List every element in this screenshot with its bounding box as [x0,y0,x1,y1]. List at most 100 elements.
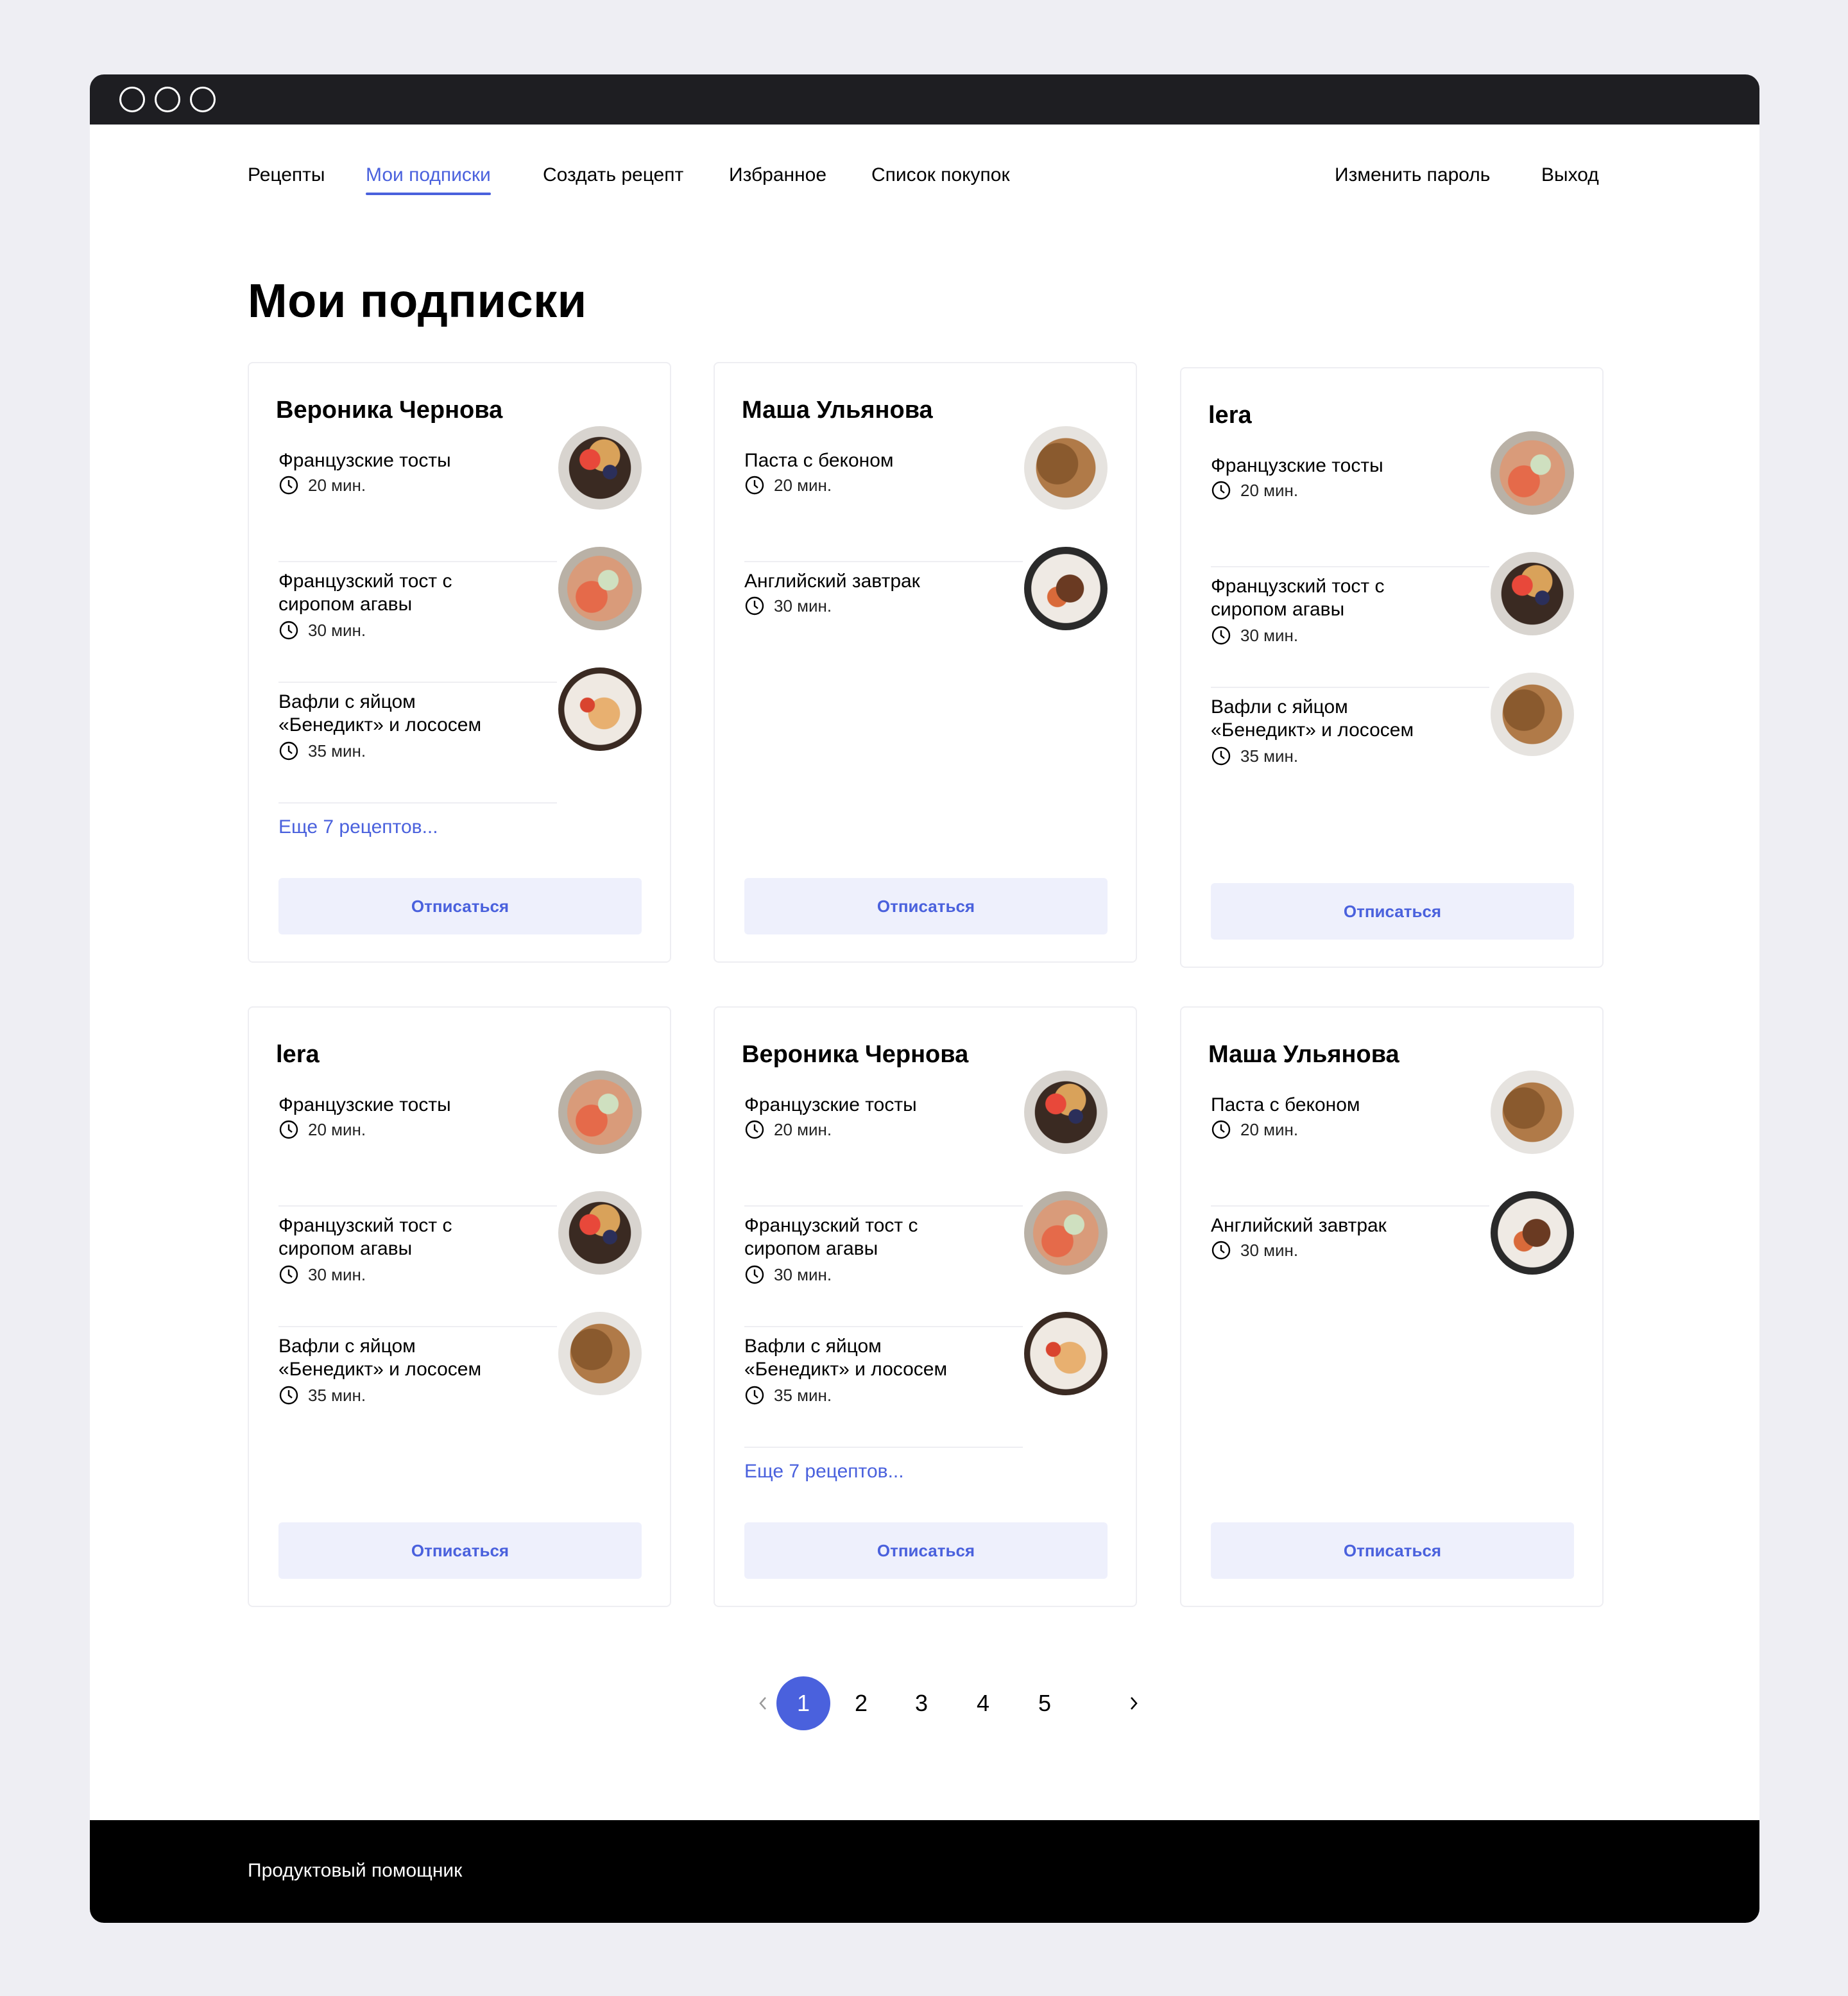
nav-change-password[interactable]: Изменить пароль [1335,164,1490,186]
chevron-right-icon[interactable] [1106,1676,1160,1730]
recipe-name: Французский тост с сиропом агавы [278,571,452,615]
nav-favorites[interactable]: Избранное [729,164,826,186]
recipe-item[interactable]: Вафли с яйцом «Бенедикт» и лососем 35 мин… [278,1312,642,1456]
recipe-item[interactable]: Вафли с яйцом «Бенедикт» и лососем 35 мин… [278,667,642,811]
recipe-image[interactable] [558,547,642,630]
clock-icon [744,596,765,616]
more-recipes-link[interactable]: Еще 7 рецептов... [278,816,438,838]
recipe-image[interactable] [1024,1071,1108,1154]
recipe-item[interactable]: Вафли с яйцом «Бенедикт» и лососем 35 мин… [1211,673,1574,816]
recipe-image[interactable] [1024,1312,1108,1395]
subscription-card: lera Французские тосты 20 мин. Французский … [1180,367,1604,968]
recipe-time: 35 мин. [1211,746,1298,766]
recipe-image[interactable] [1491,552,1574,635]
recipe-time: 30 мин. [278,620,366,641]
nav-create-recipe[interactable]: Создать рецепт [543,164,683,186]
window-titlebar [90,74,1759,125]
clock-icon [1211,746,1231,766]
author-name: Вероника Чернова [742,1041,969,1068]
nav-subscriptions[interactable]: Мои подписки [366,164,491,195]
recipe-time: 30 мин. [744,596,832,616]
recipe-time-text: 30 мин. [774,596,832,615]
clock-icon [278,1385,299,1406]
unsubscribe-button[interactable]: Отписаться [278,878,642,934]
recipe-divider [744,1205,1023,1207]
recipe-name: Французские тосты [1211,455,1383,476]
recipe-time: 20 мин. [1211,1119,1298,1140]
clock-icon [1211,480,1231,501]
clock-icon [1211,1119,1231,1140]
recipe-image[interactable] [558,426,642,510]
clock-icon [744,1264,765,1285]
footer: Продуктовый помощник [90,1820,1759,1923]
browser-window: Рецепты Мои подписки Создать рецепт Избр… [90,74,1759,1923]
recipe-divider [278,1326,557,1327]
clock-icon [278,741,299,761]
clock-icon [278,1119,299,1140]
recipe-time-text: 20 мин. [308,475,366,495]
window-control-minimize-icon[interactable] [155,87,180,112]
window-control-maximize-icon[interactable] [190,87,216,112]
recipe-image[interactable] [558,667,642,751]
recipe-time-text: 20 мин. [774,1119,832,1139]
nav-recipes[interactable]: Рецепты [248,164,325,186]
window-control-close-icon[interactable] [119,87,145,112]
recipe-time-text: 20 мин. [1240,1119,1299,1139]
recipe-divider [278,561,557,562]
recipe-time-text: 20 мин. [308,1119,366,1139]
recipe-image[interactable] [1024,1191,1108,1275]
recipe-divider [278,682,557,683]
recipe-image[interactable] [1491,673,1574,756]
nav-shopping-list[interactable]: Список покупок [871,164,1010,186]
clock-icon [744,1119,765,1140]
clock-icon [278,620,299,641]
recipe-name: Французские тосты [744,1094,917,1115]
clock-icon [744,1385,765,1406]
recipe-time: 20 мин. [278,1119,366,1140]
unsubscribe-button[interactable]: Отписаться [744,878,1108,934]
recipe-name: Французский тост с сиропом агавы [744,1215,918,1259]
page-button-2[interactable]: 2 [834,1676,888,1730]
recipe-item[interactable]: Английский завтрак 30 мин. [744,547,1108,691]
recipe-divider [278,802,557,804]
clock-icon [1211,625,1231,646]
recipe-time: 30 мин. [278,1264,366,1285]
more-recipes-link[interactable]: Еще 7 рецептов... [744,1461,904,1483]
recipe-name: Французский тост с сиропом агавы [1211,576,1385,620]
recipe-divider [278,1205,557,1207]
recipe-time: 30 мин. [744,1264,832,1285]
nav-logout[interactable]: Выход [1541,164,1599,186]
page-title: Мои подписки [248,274,587,327]
recipe-image[interactable] [1491,1071,1574,1154]
recipe-image[interactable] [1491,431,1574,515]
unsubscribe-button[interactable]: Отписаться [278,1522,642,1579]
recipe-image[interactable] [558,1312,642,1395]
recipe-item[interactable]: Вафли с яйцом «Бенедикт» и лососем 35 мин… [744,1312,1108,1456]
recipe-time: 35 мин. [278,1385,366,1406]
unsubscribe-button[interactable]: Отписаться [1211,1522,1574,1579]
recipe-time-text: 30 мин. [1240,625,1299,645]
recipe-time: 20 мин. [278,475,366,495]
recipe-time-text: 20 мин. [774,475,832,495]
recipe-divider [1211,687,1489,688]
recipe-time-text: 20 мин. [1240,480,1299,500]
recipe-time-text: 30 мин. [308,620,366,640]
recipe-time: 30 мин. [1211,1240,1298,1260]
recipe-time-text: 35 мин. [774,1385,832,1405]
unsubscribe-button[interactable]: Отписаться [744,1522,1108,1579]
page-button-5[interactable]: 5 [1018,1676,1072,1730]
recipe-image[interactable] [1491,1191,1574,1275]
unsubscribe-button[interactable]: Отписаться [1211,883,1574,940]
recipe-divider [744,1326,1023,1327]
recipe-image[interactable] [1024,547,1108,630]
recipe-name: Вафли с яйцом «Бенедикт» и лососем [278,691,482,736]
page-button-4[interactable]: 4 [956,1676,1010,1730]
author-name: Маша Ульянова [1208,1041,1399,1068]
recipe-item[interactable]: Английский завтрак 30 мин. [1211,1191,1574,1335]
recipe-name: Английский завтрак [744,571,920,592]
page-button-3[interactable]: 3 [894,1676,948,1730]
recipe-image[interactable] [1024,426,1108,510]
recipe-image[interactable] [558,1191,642,1275]
page-button-1[interactable]: 1 [776,1676,830,1730]
recipe-image[interactable] [558,1071,642,1154]
